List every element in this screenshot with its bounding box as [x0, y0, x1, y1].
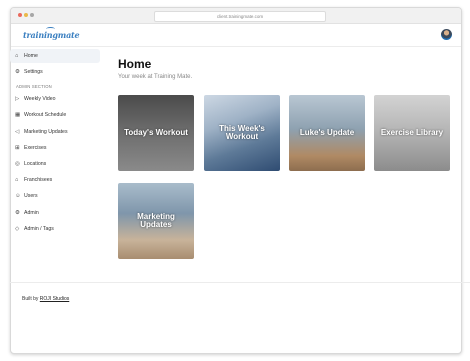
page-title: Home [118, 57, 152, 71]
footer: Built by ROJI Studios [10, 282, 470, 345]
users-icon: ☺ [15, 193, 21, 200]
sidebar-item-settings[interactable]: ⚙ Settings [10, 65, 100, 79]
sidebar-item-franchisees[interactable]: ⌂ Franchisees [10, 173, 100, 187]
tile-this-weeks-workout[interactable]: This Week's Workout [204, 95, 280, 171]
sidebar-item-locations[interactable]: ◎ Locations [10, 157, 100, 171]
home-icon: ⌂ [15, 53, 19, 59]
footer-prefix: Built by [22, 296, 39, 302]
user-avatar[interactable] [441, 29, 452, 40]
dumbbell-icon: ⊞ [15, 144, 20, 151]
sidebar: ⌂ Home ⚙ Settings ADMIN SECTION ▷ Weekly… [10, 49, 100, 238]
app-logo[interactable]: trainingmate [23, 30, 80, 40]
video-icon: ▷ [15, 96, 20, 103]
tile-todays-workout[interactable]: Today's Workout [118, 95, 194, 171]
sidebar-item-label: Users [24, 193, 38, 200]
tile-label: Exercise Library [380, 128, 444, 137]
sidebar-item-admin[interactable]: ⚙ Admin [10, 206, 100, 220]
admin-icon: ⚙ [15, 209, 20, 216]
sidebar-item-weekly-video[interactable]: ▷ Weekly Video [10, 92, 100, 106]
calendar-icon: ▦ [15, 112, 21, 119]
main-header: Home Your week at Training Mate. [118, 57, 192, 80]
sidebar-item-users[interactable]: ☺ Users [10, 189, 100, 203]
sidebar-item-label: Admin [24, 209, 39, 216]
minimize-window-button[interactable] [24, 13, 28, 17]
tile-label: Luke's Update [299, 128, 355, 137]
footer-credit: Built by ROJI Studios [22, 296, 69, 302]
tile-label: This Week's Workout [219, 124, 265, 141]
address-bar[interactable]: client.trainingmate.com [154, 11, 326, 22]
admin-section-label: ADMIN SECTION [16, 84, 52, 90]
sidebar-item-label: Exercises [24, 144, 47, 151]
tag-icon: ◇ [15, 225, 20, 232]
app-header: trainingmate [11, 24, 461, 47]
tile-lukes-update[interactable]: Luke's Update [289, 95, 365, 171]
tile-exercise-library[interactable]: Exercise Library [374, 95, 450, 171]
tile-marketing-updates[interactable]: Marketing Updates [118, 183, 194, 259]
sidebar-item-label: Settings [24, 69, 43, 76]
sidebar-item-label: Home [24, 53, 38, 59]
sidebar-item-exercises[interactable]: ⊞ Exercises [10, 141, 100, 155]
tile-label: Marketing Updates [137, 212, 175, 229]
sidebar-item-label: Franchisees [24, 177, 53, 184]
browser-titlebar: client.trainingmate.com [11, 8, 461, 24]
close-window-button[interactable] [18, 13, 22, 17]
sidebar-item-workout-schedule[interactable]: ▦ Workout Schedule [10, 108, 100, 122]
location-icon: ◎ [15, 160, 20, 167]
tile-label: Today's Workout [124, 128, 188, 137]
logo-swoosh-icon [46, 27, 55, 31]
building-icon: ⌂ [15, 177, 19, 184]
sidebar-item-home[interactable]: ⌂ Home [10, 49, 100, 63]
gear-icon: ⚙ [15, 69, 20, 76]
megaphone-icon: ◁ [15, 128, 20, 135]
sidebar-item-label: Weekly Video [24, 96, 56, 103]
sidebar-item-label: Workout Schedule [24, 112, 67, 119]
footer-studio-link[interactable]: ROJI Studios [40, 296, 69, 302]
page-subtitle: Your week at Training Mate. [118, 74, 193, 80]
sidebar-item-admin-tags[interactable]: ◇ Admin / Tags [10, 222, 100, 236]
sidebar-item-label: Locations [24, 160, 47, 167]
sidebar-item-label: Marketing Updates [24, 128, 68, 135]
maximize-window-button[interactable] [30, 13, 34, 17]
sidebar-item-marketing-updates[interactable]: ◁ Marketing Updates [10, 125, 100, 139]
sidebar-item-label: Admin / Tags [24, 225, 54, 232]
